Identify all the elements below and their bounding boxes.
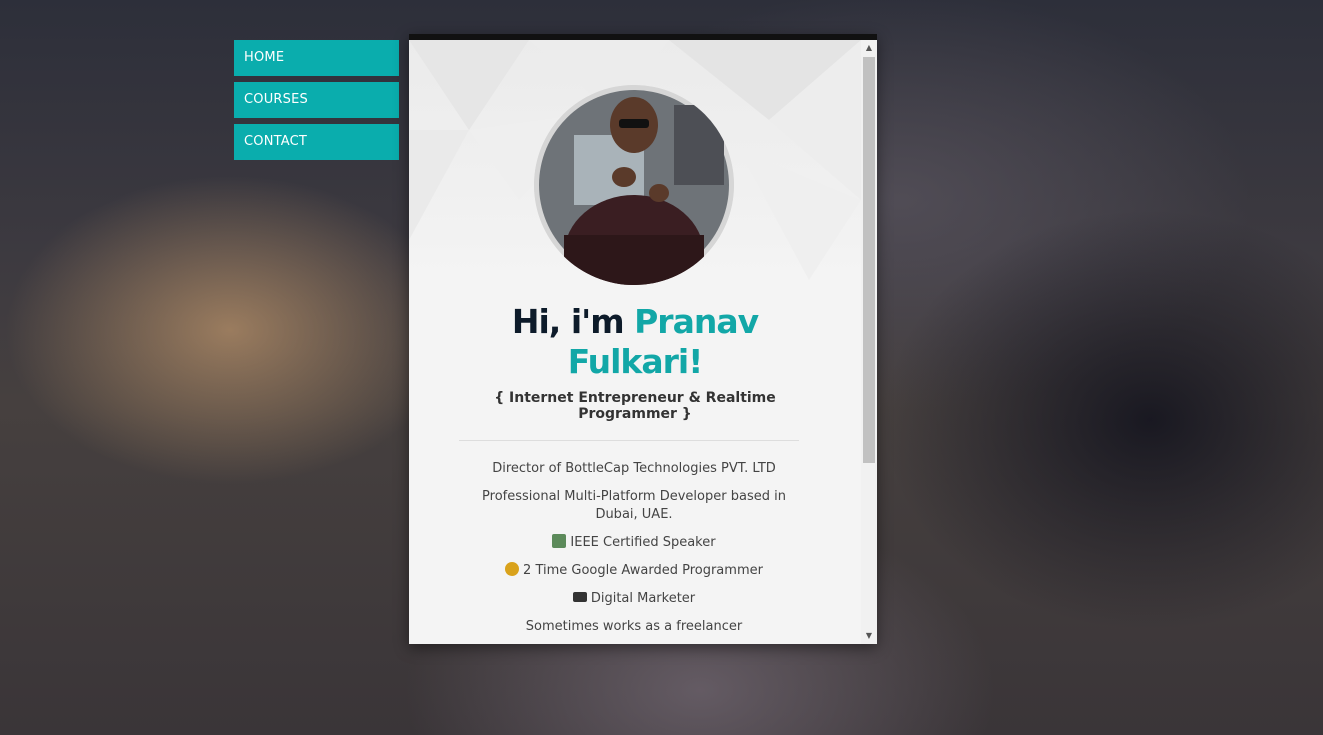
name-last: Fulkari! xyxy=(567,342,704,381)
laptop-icon xyxy=(572,592,587,602)
info-developer: Professional Multi-Platform Developer ba… xyxy=(482,489,786,522)
medal-icon xyxy=(505,562,520,576)
profile-tagline: { Internet Entrepreneur & Realtime Progr… xyxy=(494,390,776,422)
name-first: Pranav xyxy=(634,302,759,341)
info-marketer: Digital Marketer xyxy=(469,590,799,608)
profile-heading: Hi, i'm Pranav Fulkari! xyxy=(409,302,861,382)
scrollbar-thumb[interactable] xyxy=(863,57,875,463)
section-divider xyxy=(459,440,799,441)
info-speaker: IEEE Certified Speaker xyxy=(469,534,799,552)
speaker-icon xyxy=(552,534,567,548)
profile-window: Hi, i'm Pranav Fulkari! { Internet Entre… xyxy=(409,34,877,644)
scroll-down-arrow-icon[interactable]: ▼ xyxy=(861,628,877,644)
vertical-scrollbar[interactable]: ▲ ▼ xyxy=(861,40,877,644)
greeting-text: Hi, i'm xyxy=(511,302,635,341)
nav-contact-link[interactable]: CONTACT xyxy=(234,124,399,160)
nav-courses-link[interactable]: COURSES xyxy=(234,82,399,118)
info-award: 2 Time Google Awarded Programmer xyxy=(469,562,799,580)
profile-info: Director of BottleCap Technologies PVT. … xyxy=(469,460,799,644)
info-director: Director of BottleCap Technologies PVT. … xyxy=(492,461,776,476)
side-nav: HOME COURSES CONTACT xyxy=(234,40,399,166)
nav-home-link[interactable]: HOME xyxy=(234,40,399,76)
info-freelancer: Sometimes works as a freelancer xyxy=(525,619,743,634)
profile-avatar xyxy=(534,85,734,285)
scroll-up-arrow-icon[interactable]: ▲ xyxy=(861,40,877,56)
profile-content[interactable]: Hi, i'm Pranav Fulkari! { Internet Entre… xyxy=(409,40,861,644)
